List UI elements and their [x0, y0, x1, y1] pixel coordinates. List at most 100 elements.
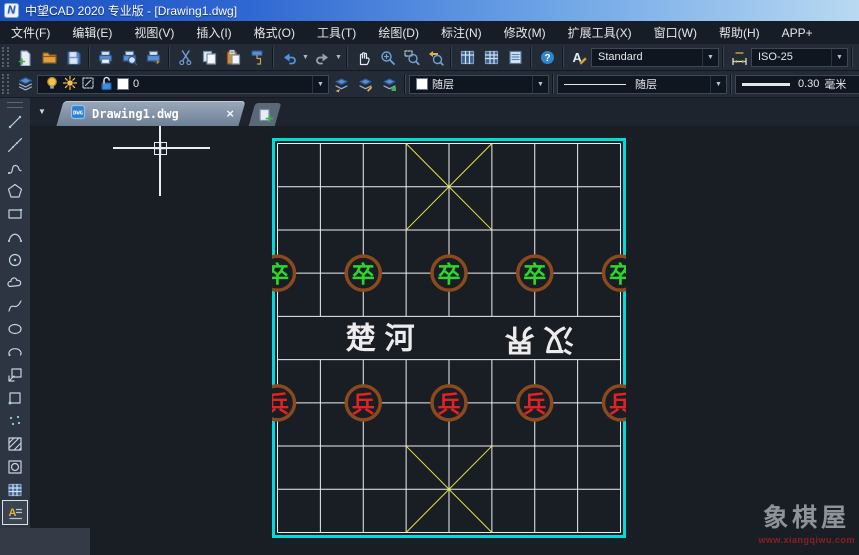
menu-item-app-plus[interactable]: APP+	[771, 22, 824, 44]
bulb-icon[interactable]	[44, 75, 60, 94]
text-style-combo[interactable]: Standard ▼	[591, 48, 719, 67]
chess-piece[interactable]: 卒	[518, 256, 552, 290]
layer-color-swatch[interactable]	[117, 78, 129, 90]
menu-item-help[interactable]: 帮助(H)	[708, 22, 771, 44]
copy-button[interactable]	[197, 46, 221, 68]
undo-button[interactable]	[277, 46, 301, 68]
linetype-control-combo[interactable]: 随层 ▼	[557, 75, 727, 94]
paste-button[interactable]	[221, 46, 245, 68]
menu-item-format[interactable]: 格式(O)	[243, 22, 306, 44]
toolbar-grip[interactable]	[2, 74, 9, 94]
menu-item-view[interactable]: 视图(V)	[123, 22, 185, 44]
layers-icon[interactable]	[13, 73, 37, 95]
table-tool-button[interactable]	[3, 478, 27, 501]
chevron-down-icon[interactable]: ▼	[312, 76, 328, 93]
point-tool-button[interactable]	[3, 409, 27, 432]
make-block-tool-button[interactable]	[3, 386, 27, 409]
menu-item-express-tools[interactable]: 扩展工具(X)	[557, 22, 643, 44]
plot-button[interactable]	[141, 46, 165, 68]
text-style-icon[interactable]: A	[567, 46, 591, 68]
circle-tool-button[interactable]	[3, 248, 27, 271]
ellipse-tool-button[interactable]	[3, 317, 27, 340]
hatch-tool-button[interactable]	[3, 432, 27, 455]
open-folder-button[interactable]	[37, 46, 61, 68]
chevron-down-icon[interactable]: ▼	[831, 49, 847, 66]
ellipse-arc-tool-button[interactable]	[3, 340, 27, 363]
print-button[interactable]	[93, 46, 117, 68]
format-painter-button[interactable]	[245, 46, 269, 68]
line-tool-button[interactable]	[3, 110, 27, 133]
app-logo-icon[interactable]: N	[4, 3, 19, 18]
dim-style-combo[interactable]: ISO-25 ▼	[751, 48, 848, 67]
drawing-canvas[interactable]: 楚河汉界卒卒卒卒卒兵兵兵兵兵 象棋屋 www.xiangqiwu.com	[30, 126, 859, 555]
save-button[interactable]	[61, 46, 85, 68]
toolbar-grip[interactable]	[2, 47, 9, 67]
menu-item-insert[interactable]: 插入(I)	[185, 22, 242, 44]
chevron-down-icon[interactable]: ▼	[710, 76, 726, 93]
chess-piece[interactable]: 卒	[272, 256, 295, 290]
properties-palette-button[interactable]	[455, 46, 479, 68]
tool-palette-button[interactable]	[479, 46, 503, 68]
menu-item-window[interactable]: 窗口(W)	[643, 22, 708, 44]
menu-item-modify[interactable]: 修改(M)	[493, 22, 557, 44]
chevron-down-icon[interactable]: ▼	[532, 76, 548, 93]
freeze-sun-icon[interactable]	[62, 75, 78, 94]
dim-style-icon[interactable]	[727, 46, 751, 68]
zoom-previous-button[interactable]	[423, 46, 447, 68]
chevron-down-icon[interactable]: ▼	[702, 49, 718, 66]
redo-button[interactable]	[310, 46, 334, 68]
layer-isolate-button[interactable]	[377, 73, 401, 95]
donut-tool-button[interactable]	[3, 455, 27, 478]
pan-button[interactable]	[351, 46, 375, 68]
tab-close-icon[interactable]: ×	[226, 106, 234, 121]
tab-list-button[interactable]: ▼	[38, 107, 46, 116]
polyline-tool-button[interactable]	[3, 156, 27, 179]
layer-control-combo[interactable]: 0 ▼	[37, 75, 329, 94]
undo-dropdown-icon[interactable]: ▼	[301, 54, 310, 61]
color-control-combo[interactable]: 随层 ▼	[409, 75, 549, 94]
toolbar-separator	[346, 47, 348, 67]
new-file-button[interactable]	[13, 46, 37, 68]
menu-item-file[interactable]: 文件(F)	[0, 22, 61, 44]
lineweight-control-combo[interactable]: 0.30 毫米	[735, 75, 859, 94]
help-button[interactable]: ?	[535, 46, 559, 68]
print-preview-button[interactable]	[117, 46, 141, 68]
svg-text:卒: 卒	[523, 261, 546, 287]
xline-tool-button[interactable]	[3, 133, 27, 156]
standard-toolbar: ▼ ▼? A Standard ▼ ISO-25 ▼	[0, 44, 859, 71]
layer-previous-button[interactable]	[329, 73, 353, 95]
toolbar-grip[interactable]	[7, 102, 23, 108]
xiangqi-board-svg[interactable]: 楚河汉界卒卒卒卒卒兵兵兵兵兵	[272, 138, 626, 538]
new-tab-button[interactable]	[249, 103, 282, 126]
rectangle-tool-button[interactable]	[3, 202, 27, 225]
tab-drawing1[interactable]: DWG Drawing1.dwg ×	[56, 101, 245, 126]
chess-piece[interactable]: 卒	[604, 256, 627, 290]
sheet-set-button[interactable]	[503, 46, 527, 68]
chess-piece[interactable]: 兵	[604, 386, 627, 420]
chess-piece[interactable]: 卒	[346, 256, 380, 290]
revcloud-tool-button[interactable]	[3, 271, 27, 294]
mtext-tool-button[interactable]: A	[3, 501, 27, 524]
menu-item-dimension[interactable]: 标注(N)	[430, 22, 493, 44]
xiangqi-board[interactable]: 楚河汉界卒卒卒卒卒兵兵兵兵兵	[272, 138, 626, 538]
spline-tool-button[interactable]	[3, 294, 27, 317]
layer-states-button[interactable]	[353, 73, 377, 95]
menu-item-tools[interactable]: 工具(T)	[306, 22, 367, 44]
unlock-icon[interactable]	[98, 75, 114, 94]
chess-piece[interactable]: 兵	[432, 386, 466, 420]
zoom-window-button[interactable]	[399, 46, 423, 68]
plot-frame-icon[interactable]	[80, 75, 96, 94]
chess-piece[interactable]: 卒	[432, 256, 466, 290]
menu-item-draw[interactable]: 绘图(D)	[367, 22, 430, 44]
redo-dropdown-icon[interactable]: ▼	[334, 54, 343, 61]
cut-button[interactable]	[173, 46, 197, 68]
insert-block-tool-button[interactable]	[3, 363, 27, 386]
menu-item-edit[interactable]: 编辑(E)	[61, 22, 123, 44]
chess-piece[interactable]: 兵	[272, 386, 295, 420]
dim-style-value: ISO-25	[758, 51, 793, 63]
chess-piece[interactable]: 兵	[518, 386, 552, 420]
arc-tool-button[interactable]	[3, 225, 27, 248]
polygon-tool-button[interactable]	[3, 179, 27, 202]
chess-piece[interactable]: 兵	[346, 386, 380, 420]
zoom-realtime-button[interactable]	[375, 46, 399, 68]
